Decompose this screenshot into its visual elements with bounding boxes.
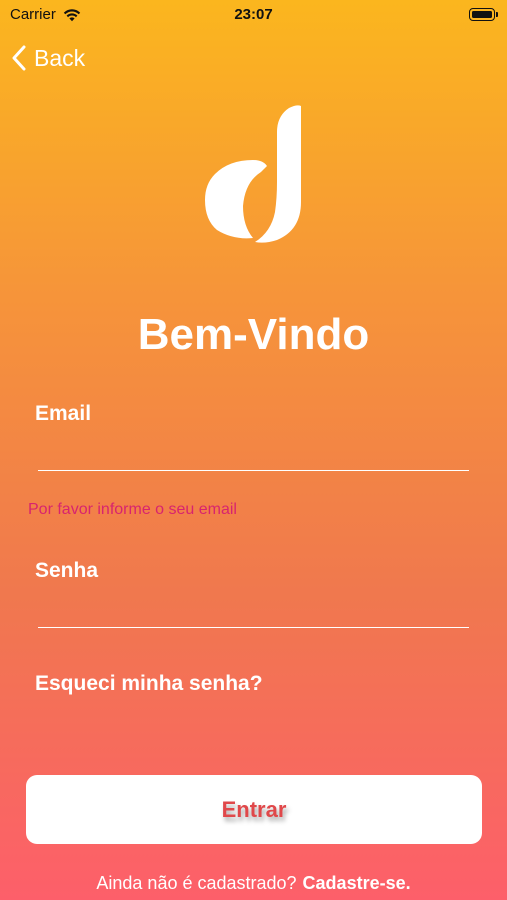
- welcome-title: Bem-Vindo: [137, 310, 370, 359]
- status-time: 23:07: [234, 6, 273, 23]
- email-error-message: Por favor informe o seu email: [28, 501, 237, 518]
- back-button[interactable]: Back: [12, 42, 85, 74]
- password-field[interactable]: [38, 597, 469, 628]
- signup-prompt: Ainda não é cadastrado? Cadastre-se.: [0, 873, 507, 894]
- email-label: Email: [35, 402, 92, 425]
- battery-icon: [469, 8, 498, 21]
- app-logo: [205, 105, 301, 243]
- signup-prompt-text: Ainda não é cadastrado?: [96, 873, 297, 893]
- signup-link[interactable]: Cadastre-se.: [303, 873, 411, 893]
- chevron-left-icon: [12, 45, 26, 71]
- forgot-password-link[interactable]: Esqueci minha senha?: [35, 672, 263, 696]
- email-field[interactable]: [38, 440, 469, 471]
- password-label: Senha: [35, 559, 99, 582]
- login-button[interactable]: Entrar: [26, 775, 482, 844]
- login-screen: Carrier 23:07 Back Bem-Vindo Email Por f…: [0, 0, 507, 900]
- status-bar: Carrier 23:07: [0, 0, 507, 32]
- back-label: Back: [34, 44, 86, 71]
